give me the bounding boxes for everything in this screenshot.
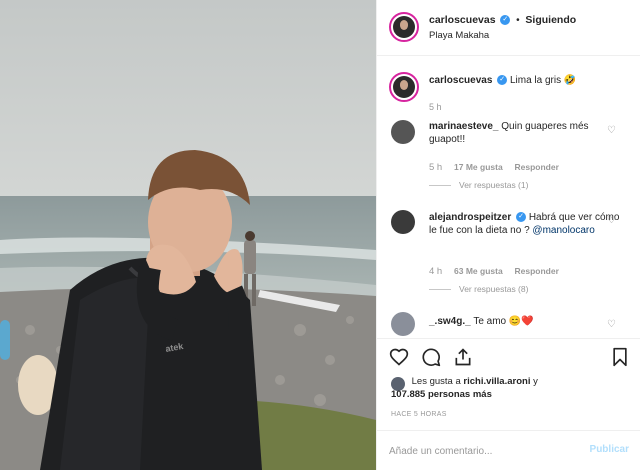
follow-status-button[interactable]: Siguiendo [525,14,576,26]
reply-button[interactable]: Responder [515,266,559,276]
replies-divider [429,289,451,291]
view-replies-button[interactable]: Ver respuestas (8) [429,284,528,294]
verified-badge-icon: ✓ [516,212,527,223]
likes-conj: y [533,376,538,387]
comment-avatar[interactable] [391,210,415,234]
comment-username[interactable]: _.sw4g._ [429,316,471,327]
comment-avatar[interactable] [391,120,415,144]
comment-like-icon[interactable]: ♡ [607,319,616,330]
separator-dot: • [516,15,520,26]
caption: carloscuevas ✓ Lima la gris 🤣 [429,74,576,87]
comment-text: Te amo [473,316,507,327]
bookmark-icon[interactable] [611,347,629,371]
caption-text: Lima la gris [509,75,562,86]
view-replies-label: Ver respuestas (8) [459,284,529,294]
comment-item: marinaesteve_ Quin guaperes més guapot!! [429,120,609,146]
comment-time[interactable]: 4 h [429,266,442,277]
likes-count[interactable]: 107.885 personas más [391,389,492,400]
post-photo[interactable]: atek [0,0,376,470]
comment-like-icon[interactable]: ♡ [607,215,616,226]
caption-time[interactable]: 5 h [429,102,442,112]
comment-mention[interactable]: @manolocaro [532,225,594,236]
comment-avatar[interactable] [391,312,415,336]
comment-time[interactable]: 5 h [429,162,442,173]
comment-item: alejandrospeitzer ✓ Habrá que ver cómo l… [429,211,621,237]
comment-input[interactable] [389,443,579,459]
comment-meta: 4 h 63 Me gusta Responder [429,266,559,277]
share-icon[interactable] [453,347,473,371]
author-username[interactable]: carloscuevas [429,14,496,26]
post-header: carloscuevas ✓ • Siguiendo Playa Makaha [377,0,640,56]
post-actions: Les gusta a richi.villa.aroni y 107.885 … [377,338,640,434]
heart-icon[interactable] [389,347,409,371]
caption-username[interactable]: carloscuevas [429,75,492,86]
beach-photo-illustration: atek [0,0,376,470]
replies-divider [429,185,451,187]
liker-username[interactable]: richi.villa.aroni [463,376,530,387]
comment-like-icon[interactable]: ♡ [607,125,616,136]
verified-badge-icon: ✓ [497,75,508,86]
comment-likes[interactable]: 17 Me gusta [454,162,503,172]
comment-emoji: 😊❤️ [508,316,534,327]
author-avatar[interactable] [389,12,419,42]
post-location[interactable]: Playa Makaha [429,30,489,41]
comment-likes[interactable]: 63 Me gusta [454,266,503,276]
comment-meta: 5 h 17 Me gusta Responder [429,162,559,173]
comment-username[interactable]: alejandrospeitzer [429,212,511,223]
post-timestamp[interactable]: HACE 5 HORAS [391,411,447,418]
add-comment-bar: Publicar [377,430,640,470]
post-panel: carloscuevas ✓ • Siguiendo Playa Makaha … [376,0,640,470]
view-replies-button[interactable]: Ver respuestas (1) [429,180,528,190]
comment-username[interactable]: marinaesteve_ [429,121,499,132]
likes-summary: Les gusta a richi.villa.aroni y 107.885 … [391,375,538,401]
view-replies-label: Ver respuestas (1) [459,180,529,190]
caption-emoji: 🤣 [563,75,577,86]
publish-button[interactable]: Publicar [590,444,629,455]
comment-icon[interactable] [421,347,441,371]
caption-avatar[interactable] [389,72,419,102]
verified-badge-icon: ✓ [500,15,511,26]
comments-list[interactable]: carloscuevas ✓ Lima la gris 🤣 5 h marina… [377,56,640,338]
reply-button[interactable]: Responder [515,162,559,172]
comment-item: _.sw4g._ Te amo 😊❤️ [429,315,534,328]
likes-prefix: Les gusta a [411,376,461,387]
